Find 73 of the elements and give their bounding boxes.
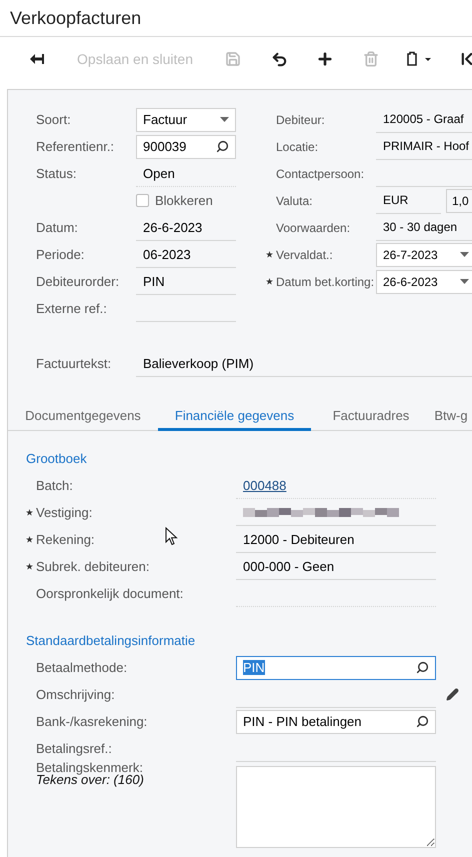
field-label: Valuta: [276, 194, 312, 208]
save-icon [225, 51, 241, 67]
lookup-field[interactable]: PIN [236, 656, 436, 680]
dropdown-caret-icon [220, 117, 229, 122]
field-label: Subrek. debiteuren: [36, 559, 150, 574]
tab[interactable]: Financiële gegevens [158, 402, 311, 431]
required-icon [266, 278, 273, 285]
field-label: Oorspronkelijk document: [36, 586, 184, 601]
lookup-field[interactable]: PIN - PIN betalingen [236, 710, 436, 734]
field-label: Betalingskenmerk: [36, 762, 143, 774]
rate-field[interactable]: 1,0 [446, 188, 472, 212]
field-label: Referentienr.: [36, 139, 114, 154]
field-label: Vervaldat.: [276, 248, 333, 262]
field-label: Rekening: [36, 532, 95, 547]
search-icon [216, 140, 229, 153]
section-title: Standaardbetalingsinformatie [26, 633, 196, 648]
required-icon [26, 563, 33, 570]
field-label: Omschrijving: [36, 687, 115, 702]
text-field[interactable]: 12000 - Debiteuren [236, 526, 436, 552]
dropdown-caret-icon [460, 279, 469, 284]
mouse-pointer-icon [165, 527, 179, 546]
text-field[interactable]: Balieverkoop (PIM) [136, 350, 472, 376]
lookup-field[interactable]: 900039 [136, 134, 236, 158]
field-label: Factuurtekst: [36, 356, 112, 371]
dropdown-field[interactable]: 26-7-2023 [376, 242, 472, 266]
text-field[interactable]: 26-6-2023 [136, 214, 236, 240]
field-label: Debiteur: [276, 112, 325, 126]
field-label: Debiteurorder: [36, 274, 120, 289]
payment-reference-textarea[interactable] [236, 766, 436, 848]
dropdown-caret-icon [460, 252, 469, 257]
text-field[interactable]: 30 - 30 dagen [376, 214, 472, 240]
required-icon [26, 536, 33, 543]
plus-icon [316, 50, 334, 68]
required-icon [266, 251, 273, 258]
text-field[interactable]: PIN [136, 268, 236, 294]
field-label: Externe ref.: [36, 301, 107, 316]
field-label: Batch: [36, 478, 73, 493]
tab[interactable]: Documentgegevens [22, 402, 144, 431]
tab[interactable]: Btw-g [431, 402, 471, 431]
text-field[interactable]: 06-2023 [136, 242, 236, 268]
tab[interactable]: Factuuradres [316, 402, 426, 431]
currency-field[interactable]: EUR [376, 188, 441, 214]
section-title: Grootboek [26, 451, 88, 466]
required-icon [26, 509, 33, 516]
field-label: Betaalmethode: [36, 660, 128, 675]
field-label: Soort: [36, 112, 71, 127]
field-label: Contactpersoon: [276, 166, 364, 180]
batch-link[interactable]: 000488 [243, 478, 286, 492]
undo-icon [270, 50, 288, 68]
trash-icon [363, 51, 379, 67]
text-field[interactable]: 000-000 - Geen [236, 554, 436, 580]
pencil-icon[interactable] [446, 688, 459, 701]
field-label: Locatie: [276, 140, 318, 154]
field-label: Datum: [36, 220, 78, 235]
field-label: Datum bet.korting: [276, 274, 374, 288]
field-label: Voorwaarden: [276, 220, 350, 234]
block-checkbox[interactable]: Blokkeren [136, 193, 213, 208]
field-label: Bank-/kasrekening: [36, 714, 148, 729]
field-label: Vestiging: [36, 505, 92, 520]
clipboard-icon [405, 51, 433, 67]
dropdown-field[interactable]: 26-6-2023 [376, 270, 472, 294]
readonly-field: Open [136, 160, 236, 186]
field-label: Periode: [36, 247, 84, 262]
page-title: Verkoopfacturen [10, 8, 142, 28]
field-label: Status: [36, 166, 76, 181]
search-icon [416, 715, 429, 728]
back-arrow-icon [29, 53, 45, 65]
field-label: Betalingsref.: [36, 741, 112, 756]
search-icon [416, 661, 429, 674]
dropdown-field[interactable]: Factuur [136, 108, 236, 132]
text-field[interactable]: PRIMAIR - Hoof [376, 134, 472, 160]
characters-left-note: Tekens over: (160) [36, 774, 144, 786]
text-field[interactable]: 120005 - Graaf [376, 106, 472, 132]
